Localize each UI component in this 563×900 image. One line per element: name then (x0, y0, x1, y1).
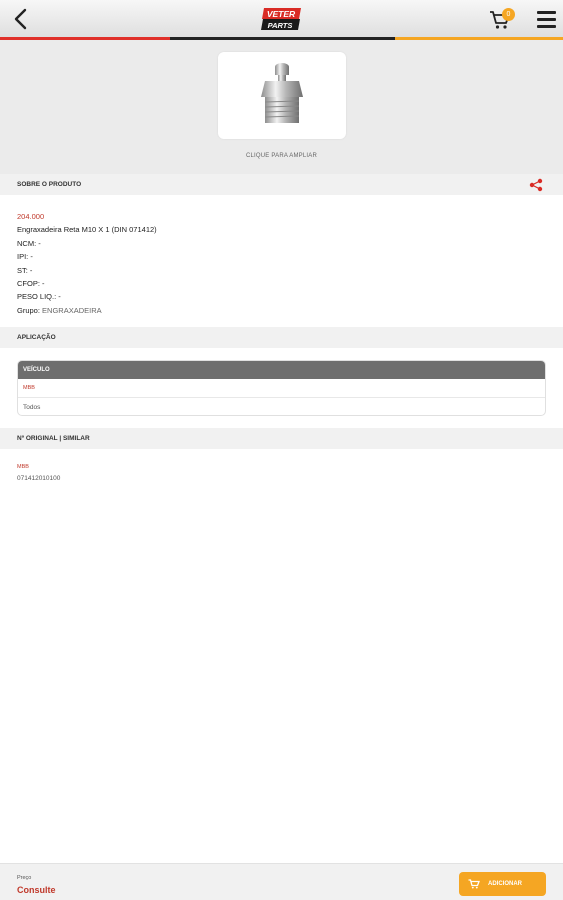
section-title-application: APLICAÇÃO (17, 334, 56, 341)
bottom-bar: Preço Consulte ADICIONAR (0, 863, 563, 900)
price-value: Consulte (17, 885, 56, 895)
section-header-about: SOBRE O PRODUTO (0, 174, 563, 195)
original-brand: MBB (17, 464, 29, 470)
add-to-cart-label: ADICIONAR (488, 881, 522, 887)
cart-count-badge: 0 (502, 8, 515, 21)
logo-text-bottom: PARTS (268, 21, 293, 30)
enlarge-image-link[interactable]: CLIQUE PARA AMPLIAR (0, 153, 563, 159)
section-header-application: APLICAÇÃO (0, 327, 563, 348)
grease-fitting-image (261, 63, 303, 123)
product-cfop: CFOP: - (17, 279, 45, 289)
application-table: VEÍCULO MBB Todos (17, 360, 546, 416)
product-image[interactable] (218, 52, 346, 139)
section-title-about: SOBRE O PRODUTO (17, 181, 82, 188)
table-row-vehicle: Todos (23, 404, 41, 411)
original-number: 071412010100 (17, 475, 61, 482)
product-weight: PESO LIQ.: - (17, 292, 61, 302)
original-number-list: MBB 071412010100 (17, 462, 60, 484)
add-to-cart-button[interactable]: ADICIONAR (459, 872, 546, 896)
price-label: Preço (17, 875, 32, 881)
product-ipi: IPI: - (17, 252, 33, 262)
add-cart-icon (468, 879, 480, 889)
section-header-original: Nº ORIGINAL | SIMILAR (0, 428, 563, 449)
section-title-original: Nº ORIGINAL | SIMILAR (17, 435, 90, 442)
product-name: Engraxadeira Reta M10 X 1 (DIN 071412) (17, 225, 157, 235)
product-details: 204.000 Engraxadeira Reta M10 X 1 (DIN 0… (17, 210, 157, 317)
product-ncm: NCM: - (17, 238, 41, 248)
logo-text-top: VETER (267, 9, 296, 19)
product-image-panel: CLIQUE PARA AMPLIAR (0, 40, 563, 174)
table-row-brand: MBB (18, 379, 545, 398)
table-header-vehicle: VEÍCULO (18, 361, 545, 379)
top-app-bar: VETER PARTS 0 (0, 0, 563, 38)
back-arrow-icon[interactable] (10, 7, 32, 31)
product-group-label: Grupo: (17, 305, 40, 315)
product-st: ST: - (17, 265, 33, 275)
product-code: 204.000 (17, 212, 45, 221)
product-group-value: ENGRAXADEIRA (42, 305, 102, 315)
veter-parts-logo[interactable]: VETER PARTS (261, 7, 302, 31)
share-icon[interactable] (529, 178, 543, 192)
product-group: Grupo: ENGRAXADEIRA (17, 304, 157, 317)
hamburger-menu-icon[interactable] (537, 11, 556, 28)
